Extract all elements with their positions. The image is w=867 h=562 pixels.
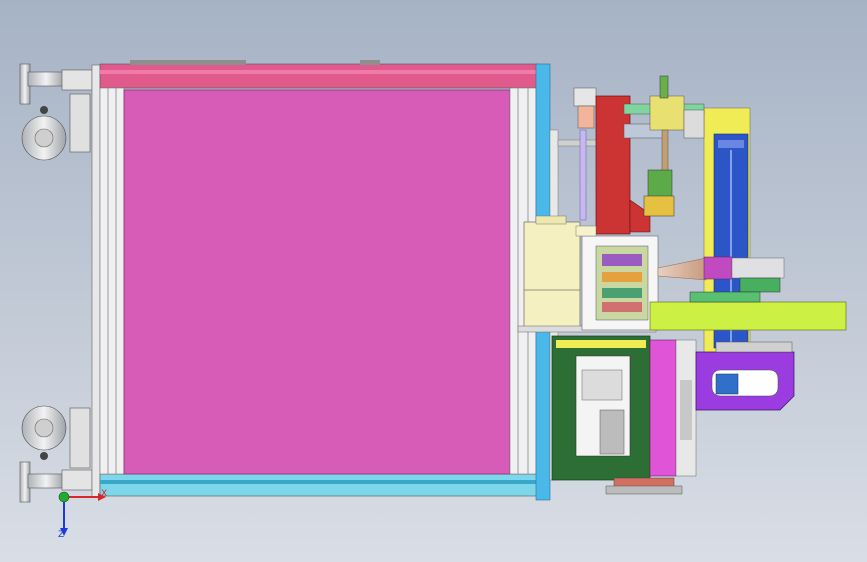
coordinate-triad-icon [58,491,106,536]
red-plate[interactable] [595,95,631,235]
caster-top [19,63,93,161]
lime-plate[interactable] [649,301,847,331]
frame-side-panel[interactable] [123,89,511,475]
cream-motor[interactable] [523,221,581,331]
triad-z-label: Z [58,530,65,540]
triad-x-label: X [101,489,108,499]
cad-viewport[interactable]: X Z [0,0,867,562]
caster-bottom [19,405,93,503]
magenta-plate[interactable] [649,339,677,477]
main-frame[interactable] [91,60,551,501]
assembly-model[interactable] [0,0,867,562]
mechanism-assembly[interactable] [517,75,847,495]
